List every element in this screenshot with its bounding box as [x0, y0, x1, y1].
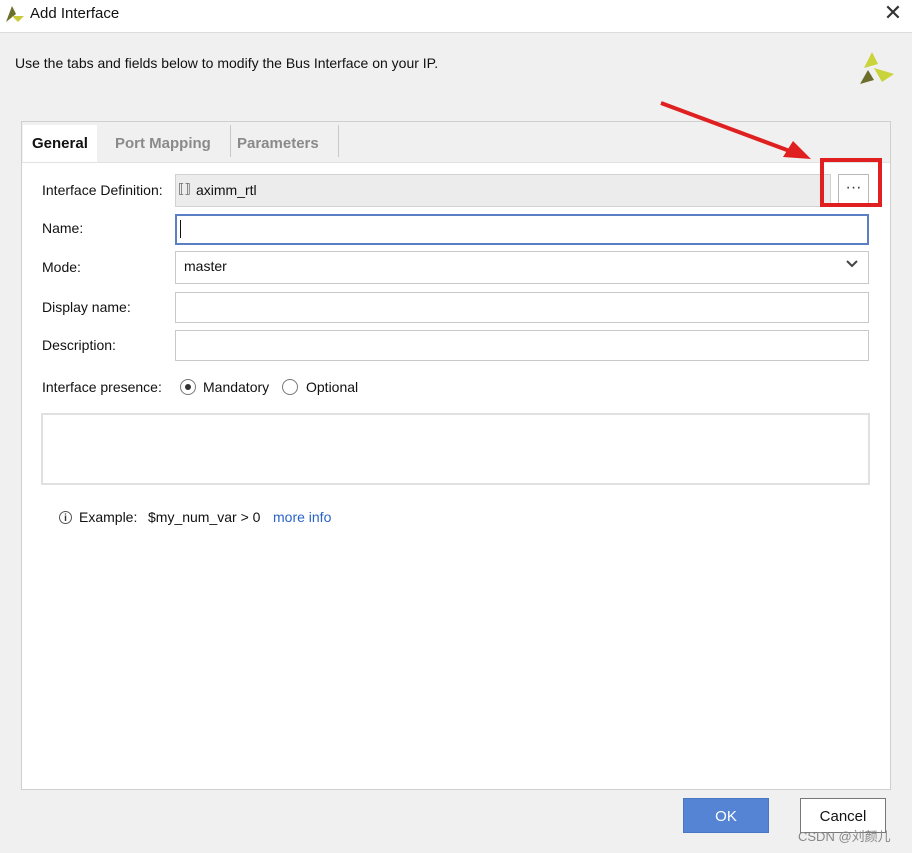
ok-button[interactable]: OK: [683, 798, 769, 833]
description-input[interactable]: [175, 330, 869, 361]
mode-label: Mode:: [42, 259, 81, 275]
message-area: [41, 413, 870, 485]
optional-label[interactable]: Optional: [306, 379, 358, 395]
annotation-highlight-box: [820, 158, 882, 207]
mandatory-radio[interactable]: [180, 379, 196, 395]
tab-parameters[interactable]: Parameters: [228, 125, 328, 162]
annotation-arrow-icon: [660, 101, 811, 159]
main-panel: General Port Mapping Parameters Interfac…: [21, 121, 891, 790]
interface-definition-label: Interface Definition:: [42, 182, 163, 198]
window-title: Add Interface: [30, 5, 120, 22]
info-icon: i: [59, 511, 72, 524]
title-bar: Add Interface ✕: [0, 0, 912, 33]
description-label: Description:: [42, 337, 116, 353]
name-input[interactable]: [175, 214, 869, 245]
tab-general[interactable]: General: [23, 125, 97, 162]
chevron-down-icon: [846, 260, 858, 268]
text-caret: [180, 220, 181, 238]
tab-separator: [338, 125, 339, 157]
name-label: Name:: [42, 220, 84, 236]
tab-port-mapping[interactable]: Port Mapping: [106, 125, 220, 162]
vivado-logo-icon: [6, 6, 24, 22]
interface-definition-field: ⟦⟧ aximm_rtl: [175, 174, 831, 207]
bus-interface-icon: ⟦⟧: [178, 181, 191, 196]
close-icon[interactable]: ✕: [878, 0, 908, 28]
vivado-logo-icon: [860, 52, 894, 84]
mode-select[interactable]: master: [175, 251, 869, 284]
example-code: $my_num_var > 0: [148, 509, 261, 525]
display-name-input[interactable]: [175, 292, 869, 323]
more-info-link[interactable]: more info: [273, 509, 331, 525]
instruction-text: Use the tabs and fields below to modify …: [15, 55, 439, 71]
example-prefix: Example:: [79, 509, 138, 525]
mandatory-label[interactable]: Mandatory: [203, 379, 269, 395]
mode-value: master: [184, 258, 227, 274]
watermark: CSDN @刘颜儿: [798, 829, 891, 844]
interface-presence-label: Interface presence:: [42, 379, 162, 395]
interface-definition-value: aximm_rtl: [196, 182, 257, 198]
optional-radio[interactable]: [282, 379, 298, 395]
display-name-label: Display name:: [42, 299, 131, 315]
